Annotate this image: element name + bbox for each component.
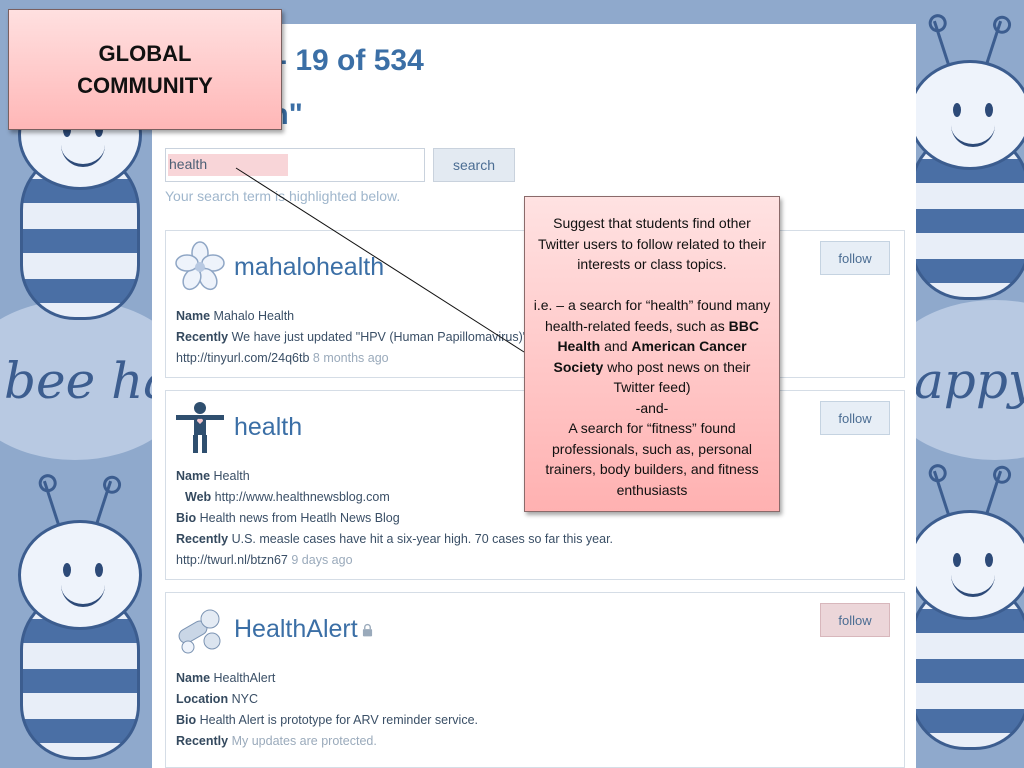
profile-bio: Bio Health Alert is prototype for ARV re… xyxy=(176,713,478,727)
profile-name: Name HealthAlert xyxy=(176,671,276,685)
bee-illustration xyxy=(900,470,1024,760)
follow-button[interactable]: follow xyxy=(820,401,890,435)
bee-illustration xyxy=(900,20,1024,310)
note-paragraph-3: A search for “fitness” found professiona… xyxy=(545,420,759,498)
note-paragraph-2: i.e. – a search for “health” found many … xyxy=(533,297,771,395)
person-figure-icon xyxy=(176,402,224,453)
follow-button[interactable]: follow xyxy=(820,603,890,637)
slide-title-box: GLOBAL COMMUNITY xyxy=(8,9,282,130)
recent-tweet: Recently My updates are protected. xyxy=(176,734,377,748)
note-paragraph-1: Suggest that students find other Twitter… xyxy=(538,215,766,272)
note-callout: Suggest that students find other Twitter… xyxy=(524,196,780,512)
tweet-link[interactable]: http://tinyurl.com/24q6tb 8 months ago xyxy=(176,351,389,365)
profile-location: Location NYC xyxy=(176,692,258,706)
search-input[interactable] xyxy=(165,148,425,182)
user-result-card: HealthAlert follow Name HealthAlert Loca… xyxy=(165,592,905,768)
slide-title-line1: GLOBAL xyxy=(98,40,192,66)
search-hint: Your search term is highlighted below. xyxy=(165,188,401,204)
bee-happy-text-right: appy xyxy=(914,352,1024,410)
recent-tweet: Recently We have just updated "HPV (Huma… xyxy=(176,330,528,344)
recent-tweet: Recently U.S. measle cases have hit a si… xyxy=(176,532,614,546)
search-button[interactable]: search xyxy=(433,148,515,182)
slide-title-line2: COMMUNITY xyxy=(77,72,213,98)
flower-icon xyxy=(175,241,225,291)
profile-web[interactable]: Web http://www.healthnewsblog.com xyxy=(185,490,390,504)
lock-icon xyxy=(362,623,373,637)
screen-name-link[interactable]: health xyxy=(234,413,302,442)
screen-name-link[interactable]: mahalohealth xyxy=(234,253,384,282)
profile-name: Name Health xyxy=(176,469,250,483)
profile-name: Name Mahalo Health xyxy=(176,309,295,323)
tweet-link[interactable]: http://twurl.nl/btzn67 9 days ago xyxy=(176,553,353,567)
follow-button[interactable]: follow xyxy=(820,241,890,275)
bee-illustration xyxy=(10,480,150,768)
pills-icon xyxy=(178,609,221,654)
note-and-line: -and- xyxy=(635,399,669,416)
screen-name-link[interactable]: HealthAlert xyxy=(234,615,358,644)
profile-bio: Bio Health news from Heatlh News Blog xyxy=(176,511,400,525)
